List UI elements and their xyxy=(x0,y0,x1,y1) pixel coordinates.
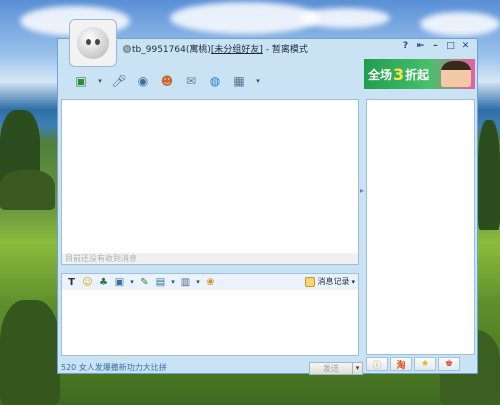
tree xyxy=(0,170,55,210)
group-link[interactable]: [未分组好友] xyxy=(211,45,263,55)
ad-banner[interactable]: 全场 3 折起 xyxy=(364,59,475,89)
shake-icon[interactable]: ✎ xyxy=(138,276,151,289)
chevron-down-icon[interactable]: ▾ xyxy=(129,276,135,289)
web-icon[interactable]: ◍ xyxy=(206,73,224,89)
voice-icon[interactable]: 🎤︎ xyxy=(110,73,128,89)
image-icon[interactable]: ▤ xyxy=(154,276,167,289)
shop-tab-icon[interactable]: ♚ xyxy=(438,357,460,371)
emoticon-icon[interactable]: ☺ xyxy=(81,276,94,289)
avatar-face-icon xyxy=(77,27,109,59)
send-button[interactable]: 发送 xyxy=(309,362,353,375)
info-tab-icon[interactable]: ⓘ xyxy=(366,357,388,371)
chat-window: tb_9951764(寓桃)[未分组好友] - 暂离模式 ? ⇤ – □ ✕ ▣… xyxy=(57,19,478,375)
favorite-tab-icon[interactable]: ★ xyxy=(414,357,436,371)
cloud xyxy=(170,2,320,34)
music-icon[interactable]: ▥ xyxy=(179,276,192,289)
font-icon[interactable]: T xyxy=(65,276,78,289)
contact-nick: (寓桃) xyxy=(185,45,211,55)
app-icon[interactable]: ▦ xyxy=(230,73,248,89)
chevron-down-icon[interactable]: ▾ xyxy=(170,276,176,289)
status-dot-icon xyxy=(123,45,131,53)
close-icon[interactable]: ✕ xyxy=(460,41,471,52)
minimize-icon[interactable]: – xyxy=(430,41,441,52)
send-group: 发送 ▾ xyxy=(309,362,363,375)
chevron-down-icon[interactable]: ▾ xyxy=(96,73,104,89)
input-toolbar: T ☺ ♣ ▣ ▾ ✎ ▤ ▾ ▥ ▾ ❀ 消息记录 ▾ xyxy=(61,273,359,291)
help-icon[interactable]: ? xyxy=(400,41,411,52)
magic-expression-icon[interactable]: ♣ xyxy=(97,276,110,289)
video-icon[interactable]: ◉ xyxy=(134,73,152,89)
mail-icon[interactable]: ✉ xyxy=(182,73,200,89)
collapse-panel-arrow-icon[interactable]: ▸ xyxy=(360,184,365,198)
side-panel xyxy=(366,99,475,355)
cloud xyxy=(300,8,390,28)
ad-model-image xyxy=(441,61,471,87)
title-separator: - xyxy=(265,45,270,55)
screenshot-icon[interactable]: ▣ xyxy=(113,276,126,289)
avatar[interactable] xyxy=(69,19,117,67)
pin-icon[interactable]: ⇤ xyxy=(415,41,426,52)
contact-status: 暂离模式 xyxy=(271,45,308,55)
gift-icon[interactable]: ❀ xyxy=(204,276,217,289)
promo-link[interactable]: 520 女人发爆撒新功力大比拼 xyxy=(61,362,167,373)
window-controls: ? ⇤ – □ ✕ xyxy=(400,41,471,52)
taobao-tab-icon[interactable]: 淘 xyxy=(390,357,412,371)
message-history-button[interactable]: 消息记录 ▾ xyxy=(305,276,355,287)
chat-empty-hint: 目前还没有收到消息 xyxy=(61,253,359,265)
contact-title: tb_9951764(寓桃)[未分组好友] - 暂离模式 xyxy=(132,42,308,55)
cloud xyxy=(420,12,500,36)
main-toolbar: ▣ ▾ 🎤︎ ◉ ☻ ✉ ◍ ▦ ▾ xyxy=(72,71,262,91)
tree xyxy=(0,300,60,405)
history-icon xyxy=(305,276,316,287)
transfer-file-icon[interactable]: ▣ xyxy=(72,73,90,89)
send-options-chevron-icon[interactable]: ▾ xyxy=(353,362,363,375)
message-input[interactable] xyxy=(61,290,359,356)
chevron-down-icon: ▾ xyxy=(351,277,355,286)
maximize-icon[interactable]: □ xyxy=(445,41,456,52)
tree xyxy=(478,120,500,230)
ad-text-prefix: 全场 xyxy=(368,67,393,82)
ad-text-number: 3 xyxy=(393,64,405,84)
ad-text-suffix: 折起 xyxy=(405,67,430,82)
title-bar[interactable]: tb_9951764(寓桃)[未分组好友] - 暂离模式 ? ⇤ – □ ✕ xyxy=(58,19,477,67)
chat-history-area[interactable] xyxy=(61,99,359,264)
side-tabs: ⓘ 淘 ★ ♚ xyxy=(366,357,460,371)
chevron-down-icon[interactable]: ▾ xyxy=(254,73,262,89)
group-chat-icon[interactable]: ☻ xyxy=(158,73,176,89)
history-label: 消息记录 xyxy=(317,277,350,286)
contact-id: tb_9951764 xyxy=(132,45,186,55)
chevron-down-icon[interactable]: ▾ xyxy=(195,276,201,289)
